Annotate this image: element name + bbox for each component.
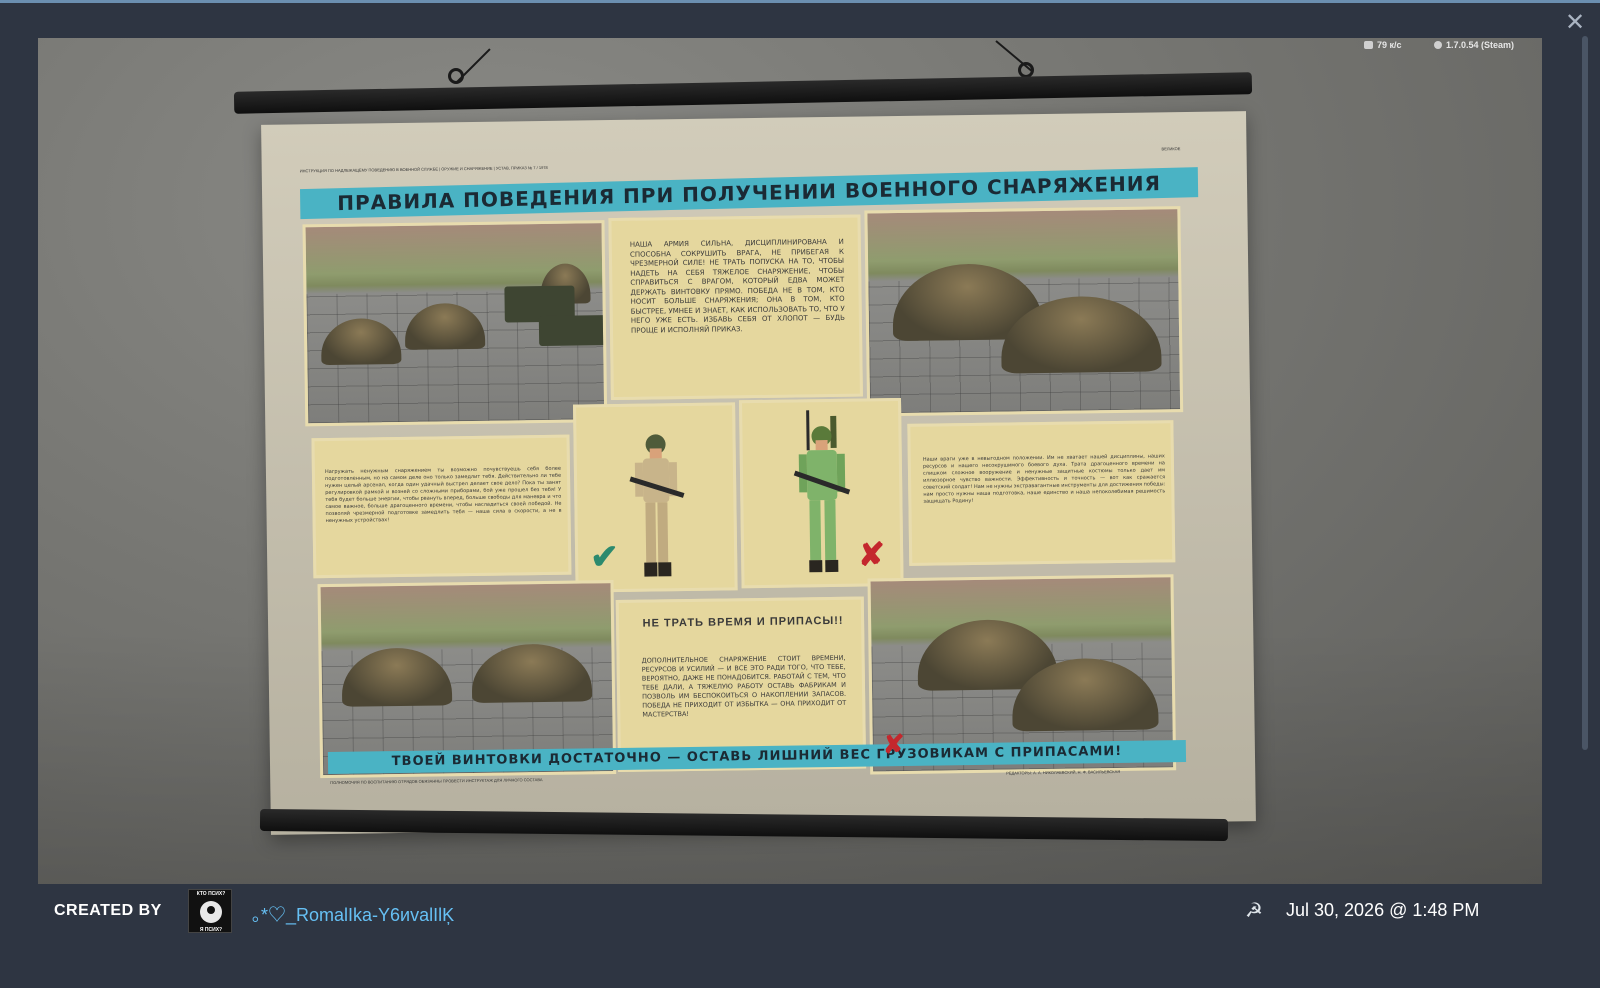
avatar-bottom-text: Я ПСИХ? — [199, 927, 223, 933]
version-indicator: 1.7.0.54 (Steam) — [1434, 40, 1514, 50]
posted-datetime: Jul 30, 2026 @ 1:48 PM — [1286, 900, 1480, 920]
scene-panel-top-right — [864, 206, 1184, 417]
scene-panel-top-left — [302, 220, 608, 427]
text-panel-left: Нагружать ненужным снаряжением ты возмож… — [311, 434, 572, 579]
author-username-link[interactable]: ｡*♡_RomalIka-Y6иvalIlĶ — [252, 901, 454, 927]
soldier-panel-incorrect: ✘ — [738, 398, 904, 589]
version-text: 1.7.0.54 (Steam) — [1446, 40, 1515, 50]
check-mark-icon: ✔ — [589, 537, 619, 577]
network-icon — [1364, 41, 1373, 49]
network-indicator: 79 к/с — [1364, 40, 1402, 50]
bottom-center-heading: НЕ ТРАТЬ ВРЕМЯ И ПРИПАСЫ!! — [642, 614, 844, 630]
created-by-label: CREATED BY — [54, 902, 162, 919]
screenshot-footer: CREATED BY КТО ПСИХ? Я ПСИХ? ｡*♡_RomalIk… — [38, 884, 1542, 948]
poster-header-note-right: ВЕЛИКОЕ — [1161, 146, 1181, 152]
modal-top-accent — [0, 0, 1600, 3]
text-panel-top-center: НАША АРМИЯ СИЛЬНА, ДИСЦИПЛИНИРОВАНА И СП… — [608, 214, 863, 401]
truck — [538, 315, 608, 347]
info-icon — [1434, 41, 1442, 49]
soldier-light-gear — [629, 434, 685, 577]
avatar-top-text: КТО ПСИХ? — [196, 891, 226, 897]
text-panel-right: Наши враги уже в невыгодном положении. И… — [907, 420, 1176, 566]
hook-left — [448, 68, 464, 84]
soldier-panel-correct: ✔ — [573, 402, 738, 593]
screenshot-viewer-modal: ✕ 79 к/с 1.7.0.54 (Steam) ИНСТРУКЦИЯ ПО … — [0, 0, 1600, 988]
poster: ИНСТРУКЦИЯ ПО НАДЛЕЖАЩЕМУ ПОВЕДЕНИЮ В ВО… — [261, 111, 1256, 835]
game-logo-icon[interactable]: ☭ — [1240, 898, 1268, 924]
screenshot-image[interactable]: 79 к/с 1.7.0.54 (Steam) ИНСТРУКЦИЯ ПО НА… — [38, 38, 1542, 884]
avatar[interactable]: КТО ПСИХ? Я ПСИХ? — [188, 889, 232, 933]
x-mark-icon: ✘ — [882, 728, 905, 760]
scrollbar[interactable] — [1582, 36, 1588, 750]
soldier-heavy-gear — [793, 410, 851, 573]
close-icon[interactable]: ✕ — [1562, 10, 1588, 36]
x-mark-icon: ✘ — [857, 536, 886, 573]
network-speed: 79 к/с — [1377, 40, 1402, 50]
